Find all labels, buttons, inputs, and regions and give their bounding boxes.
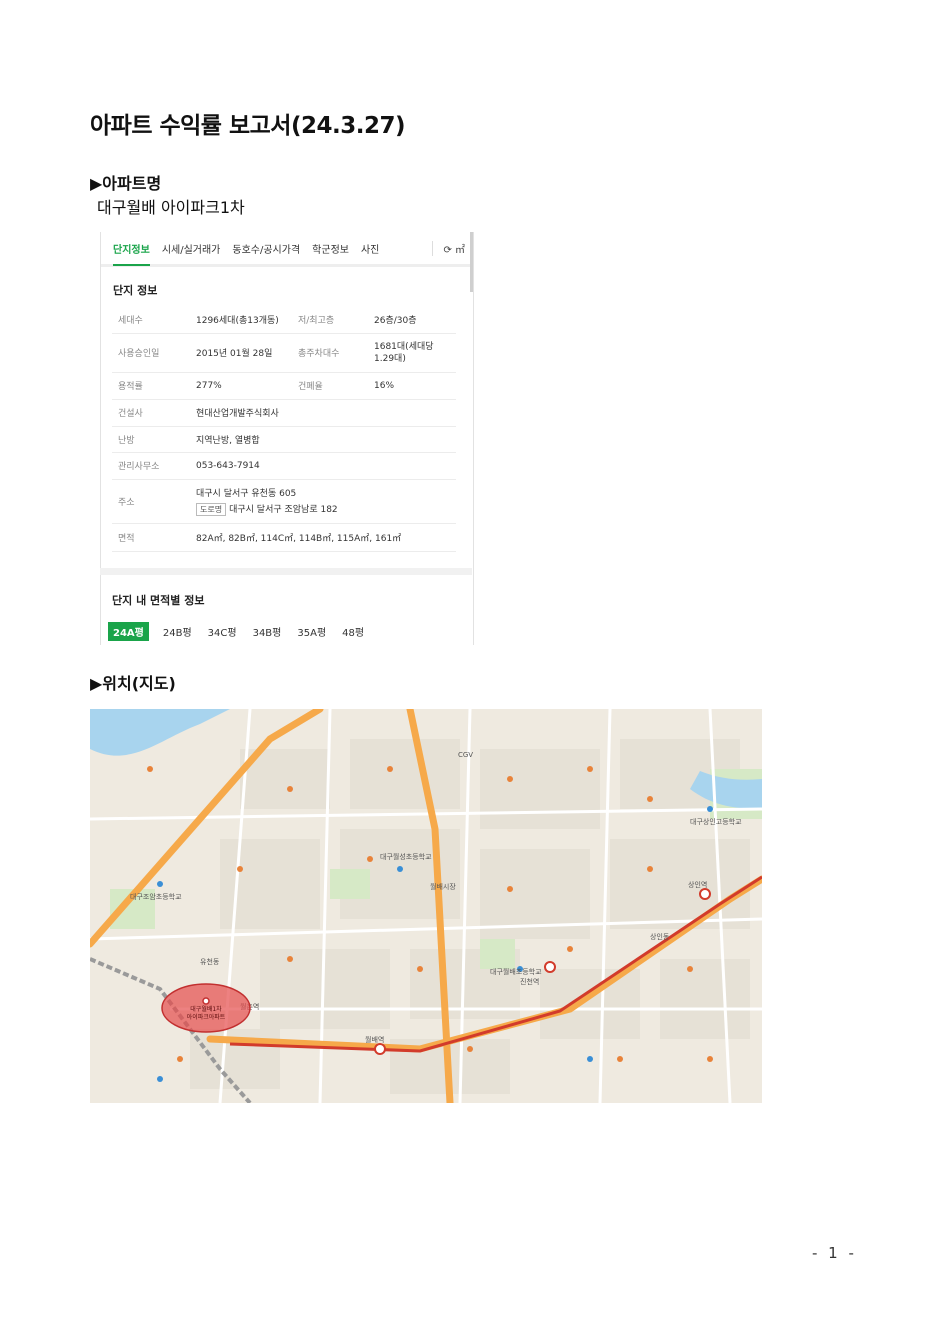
panel-scrollbar[interactable] bbox=[470, 232, 473, 292]
info-value: 82A㎡, 82B㎡, 114C㎡, 114B㎡, 115A㎡, 161㎡ bbox=[190, 523, 456, 552]
address-lot: 대구시 달서구 유천동 605 bbox=[196, 489, 297, 499]
apartment-map-label: 대구월배1차 bbox=[190, 1005, 222, 1013]
table-row: 사용승인일 2015년 01월 28일 총주차대수 1681대(세대당 1.29… bbox=[112, 333, 456, 373]
map-label: 상인동 bbox=[650, 932, 670, 941]
info-key: 저/최고층 bbox=[292, 306, 368, 334]
info-value: 26층/30층 bbox=[368, 306, 456, 334]
tab-price[interactable]: 시세/실거래가 bbox=[162, 241, 221, 256]
table-row: 세대수 1296세대(총13개동) 저/최고층 26층/30층 bbox=[112, 306, 456, 334]
info-key: 세대수 bbox=[112, 306, 190, 334]
info-key: 난방 bbox=[112, 426, 190, 453]
info-value: 현대산업개발주식회사 bbox=[190, 399, 456, 427]
table-row: 건설사 현대산업개발주식회사 bbox=[112, 399, 456, 427]
area-tab-24b[interactable]: 24B평 bbox=[163, 624, 192, 639]
area-tab-35a[interactable]: 35A평 bbox=[297, 624, 326, 639]
info-key: 관리사무소 bbox=[112, 452, 190, 480]
tab-unit-price[interactable]: 동호수/공시가격 bbox=[232, 241, 300, 256]
tab-photo[interactable]: 사진 bbox=[361, 241, 379, 256]
info-value: 1681대(세대당 1.29대) bbox=[368, 333, 456, 373]
table-row: 주소 대구시 달서구 유천동 605 도로명 대구시 달서구 조암남로 182 bbox=[112, 479, 456, 524]
info-value: 1296세대(총13개동) bbox=[190, 306, 292, 334]
location-map[interactable]: 월배역 진천역 상인역 대구월배초등학교 월촌역 CGV 대구월성초등학교 월배… bbox=[90, 709, 762, 1103]
area-tab-34b[interactable]: 34B평 bbox=[253, 624, 282, 639]
tab-school[interactable]: 학군정보 bbox=[312, 241, 349, 256]
info-key: 면적 bbox=[112, 523, 190, 552]
page-title: 아파트 수익률 보고서(24.3.27) bbox=[90, 113, 405, 139]
page-number: - 1 - bbox=[812, 1244, 857, 1262]
panel-tab-bar: 단지정보 시세/실거래가 동호수/공시가격 학군정보 사진 ⟳ ㎡ bbox=[101, 232, 473, 267]
map-label: 진천역 bbox=[520, 977, 539, 986]
info-value: 16% bbox=[368, 372, 456, 400]
area-tab-34c[interactable]: 34C평 bbox=[208, 624, 237, 639]
complex-info-table: 세대수 1296세대(총13개동) 저/최고층 26층/30층 사용승인일 20… bbox=[112, 306, 456, 552]
map-label: 대구월성초등학교 bbox=[380, 852, 432, 861]
info-value: 053-643-7914 bbox=[190, 452, 456, 480]
location-heading: ▶위치(지도) bbox=[90, 674, 176, 693]
area-info-title: 단지 내 면적별 정보 bbox=[112, 594, 205, 607]
apartment-marker-icon bbox=[202, 997, 210, 1005]
unit-toggle-button[interactable]: ⟳ ㎡ bbox=[432, 241, 465, 256]
map-label: 월배시장 bbox=[430, 882, 456, 891]
complex-info-title: 단지 정보 bbox=[113, 284, 158, 297]
info-value: 277% bbox=[190, 372, 292, 400]
area-tab-48[interactable]: 48평 bbox=[342, 624, 364, 639]
map-canvas: 월배역 진천역 상인역 대구월배초등학교 월촌역 CGV 대구월성초등학교 월배… bbox=[90, 709, 762, 1103]
map-label: CGV bbox=[458, 751, 473, 759]
apartment-name: 대구월배 아이파크1차 bbox=[97, 198, 245, 217]
info-value: 2015년 01월 28일 bbox=[190, 333, 292, 373]
info-key: 건설사 bbox=[112, 399, 190, 427]
panel-divider bbox=[100, 568, 472, 575]
map-label: 상인역 bbox=[688, 880, 707, 889]
tab-complex-info[interactable]: 단지정보 bbox=[113, 241, 150, 266]
address-road: 대구시 달서구 조암남로 182 bbox=[229, 505, 338, 515]
map-label: 유천동 bbox=[200, 957, 220, 966]
info-key: 건폐율 bbox=[292, 372, 368, 400]
map-label: 대구월배초등학교 bbox=[490, 967, 542, 976]
apartment-map-label-2: 아이파크아파트 bbox=[187, 1013, 226, 1021]
table-row: 용적률 277% 건폐율 16% bbox=[112, 372, 456, 400]
info-key: 주소 bbox=[112, 479, 190, 524]
table-row: 난방 지역난방, 열병합 bbox=[112, 426, 456, 453]
apartment-heading: ▶아파트명 bbox=[90, 174, 162, 193]
info-value: 지역난방, 열병합 bbox=[190, 426, 456, 453]
map-label: 대구상인고등학교 bbox=[690, 817, 742, 826]
info-key: 사용승인일 bbox=[112, 333, 190, 373]
area-tab-bar: 24A평 24B평 34C평 34B평 35A평 48평 bbox=[108, 622, 380, 641]
address-cell: 대구시 달서구 유천동 605 도로명 대구시 달서구 조암남로 182 bbox=[190, 479, 456, 524]
area-tab-24a[interactable]: 24A평 bbox=[108, 622, 149, 641]
road-name-chip: 도로명 bbox=[196, 503, 227, 516]
table-row: 면적 82A㎡, 82B㎡, 114C㎡, 114B㎡, 115A㎡, 161㎡ bbox=[112, 523, 456, 552]
info-key: 용적률 bbox=[112, 372, 190, 400]
map-label: 대구조암초등학교 bbox=[130, 892, 182, 901]
table-row: 관리사무소 053-643-7914 bbox=[112, 452, 456, 480]
info-key: 총주차대수 bbox=[292, 333, 368, 373]
map-label: 월배역 bbox=[365, 1035, 384, 1044]
